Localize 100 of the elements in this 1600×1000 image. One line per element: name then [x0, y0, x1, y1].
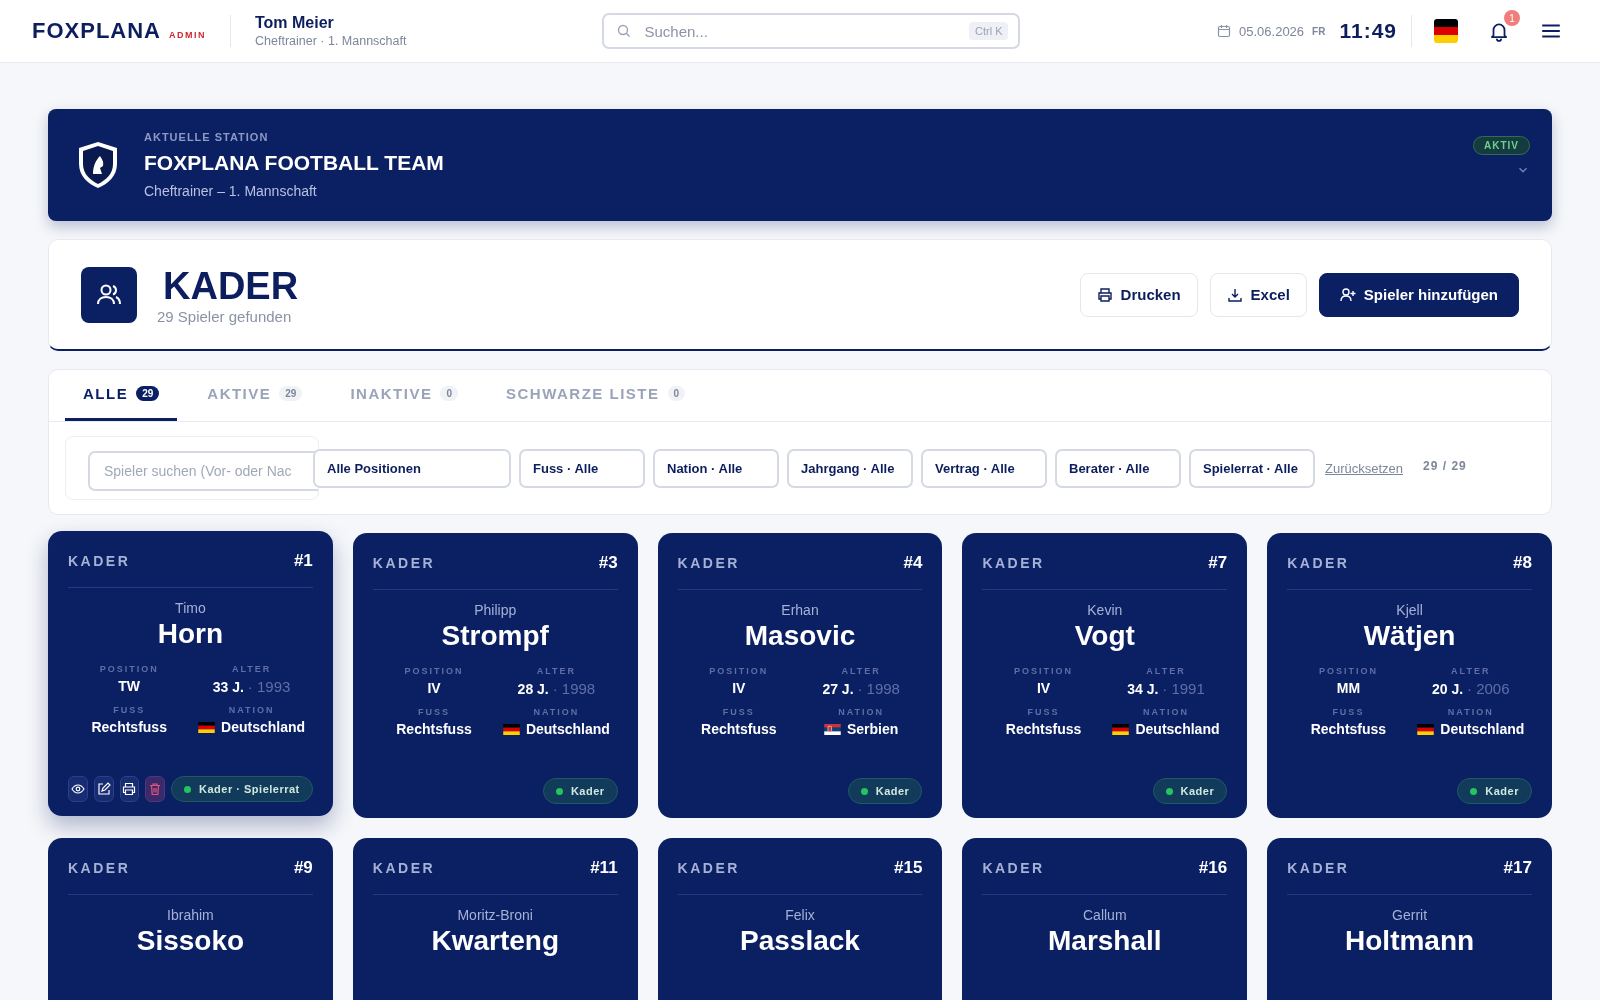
player-card[interactable]: KADER #7 Kevin Vogt POSITION IV ALTER 34 J. · 1991 FUSS Rechtsfuss NATION Deutschland Kader: [962, 533, 1248, 818]
download-icon: [1226, 286, 1243, 303]
status-badge: AKTIV: [1473, 135, 1530, 155]
filter-select[interactable]: Berater · Alle: [1055, 448, 1181, 488]
stat-label: POSITION: [99, 664, 159, 674]
player-card[interactable]: KADER #3 Philipp Strompf POSITION IV ALTER 28 J. · 1998 FUSS Rechtsfuss NATION Deutschland Kader: [352, 533, 638, 818]
jersey-number: #7: [1208, 553, 1228, 573]
stat-label: NATION: [1143, 707, 1189, 717]
stat-label: FUSS: [1332, 707, 1365, 717]
crest-icon: [76, 140, 120, 190]
flag-icon: [824, 723, 841, 735]
stat-label: ALTER: [1146, 666, 1186, 676]
first-name: Erhan: [781, 602, 819, 618]
status-badge: Kader: [1152, 778, 1228, 804]
player-card[interactable]: KADER #16 Callum Marshall: [962, 838, 1248, 1000]
notification-count: 1: [1504, 10, 1520, 26]
flag-icon: [1112, 723, 1130, 735]
filter-select[interactable]: Nation · Alle: [653, 448, 779, 488]
nation-value: Deutschland: [221, 719, 306, 735]
stat-label: ALTER: [536, 666, 577, 676]
position-value: IV: [1036, 680, 1051, 696]
jersey-number: #17: [1503, 858, 1532, 878]
last-name: Horn: [157, 618, 224, 650]
nation-value: Deutschland: [525, 721, 610, 737]
first-name: Timo: [175, 600, 206, 616]
station-subtitle: Cheftrainer – 1. Mannschaft: [144, 183, 318, 199]
player-card[interactable]: KADER #17 Gerrit Holtmann: [1267, 838, 1552, 1000]
player-card[interactable]: KADER #15 Felix Passlack: [657, 838, 943, 1000]
player-search-field[interactable]: Spieler suchen (Vor- oder Nac: [88, 451, 318, 491]
player-card[interactable]: KADER #4 Erhan Masovic POSITION IV ALTER 27 J. · 1998 FUSS Rechtsfuss NATION Serbien Kader: [657, 533, 943, 818]
stat-label: NATION: [533, 707, 580, 717]
flag-icon: [502, 723, 520, 735]
status-badge: Kader: [847, 778, 923, 804]
last-name: Masovic: [744, 620, 856, 652]
station-label: AKTUELLE STATION: [144, 131, 270, 143]
first-name: Felix: [785, 907, 815, 923]
role-label: ADMIN: [169, 30, 206, 40]
logo-text[interactable]: FOXPLANA: [32, 18, 161, 44]
add-user-icon: [1339, 286, 1356, 303]
flag-icon: [198, 721, 216, 733]
jersey-number: #11: [590, 858, 618, 878]
foot-value: Rechtsfuss: [1310, 721, 1387, 737]
position-value: MM: [1336, 680, 1361, 696]
stat-label: FUSS: [722, 707, 755, 717]
group-label: KADER: [1287, 860, 1350, 876]
result-count: 29 / 29: [1423, 459, 1467, 473]
last-name: Kwarteng: [431, 925, 559, 957]
age-value: 33 J. · 1993: [212, 678, 291, 695]
position-value: IV: [427, 680, 441, 696]
group-label: KADER: [372, 555, 436, 571]
age-value: 27 J. · 1998: [822, 680, 900, 697]
filter-select[interactable]: Jahrgang · Alle: [787, 448, 913, 488]
stat-label: NATION: [838, 707, 885, 717]
edit-icon[interactable]: [93, 776, 114, 802]
stat-label: NATION: [1447, 707, 1494, 717]
flag-icon[interactable]: [1434, 19, 1458, 43]
print-button[interactable]: Drucken: [1079, 272, 1198, 317]
stat-label: FUSS: [1027, 707, 1060, 717]
date-text: 05.06.2026: [1239, 23, 1305, 39]
stat-label: POSITION: [1014, 666, 1074, 676]
stat-label: FUSS: [113, 705, 146, 715]
player-card[interactable]: KADER #11 Moritz-Broni Kwarteng: [352, 838, 638, 1000]
excel-button[interactable]: Excel: [1209, 272, 1307, 317]
jersey-number: #15: [894, 858, 923, 878]
jersey-number: #9: [293, 858, 313, 878]
foot-value: Rechtsfuss: [396, 721, 472, 737]
stat-label: ALTER: [1451, 666, 1491, 676]
position-value: IV: [732, 680, 746, 696]
filter-select[interactable]: Alle Positionen: [313, 448, 511, 488]
group-label: KADER: [677, 555, 740, 571]
filter-select[interactable]: Spielerrat · Alle: [1189, 448, 1315, 488]
jersey-number: #8: [1513, 553, 1532, 573]
reset-link[interactable]: Zurücksetzen: [1325, 460, 1404, 476]
first-name: Gerrit: [1392, 907, 1428, 923]
filter-select[interactable]: Vertrag · Alle: [921, 448, 1047, 488]
group-label: KADER: [982, 555, 1045, 571]
stat-label: ALTER: [231, 664, 272, 674]
jersey-number: #3: [598, 553, 618, 573]
nation-value: Serbien: [847, 721, 899, 737]
position-value: TW: [118, 678, 141, 694]
tab[interactable]: ALLE 29: [65, 370, 178, 421]
user-role: Cheftrainer · 1. Mannschaft: [255, 34, 407, 48]
weekday-text: FR: [1312, 25, 1326, 37]
stat-label: NATION: [228, 705, 275, 715]
first-name: Philipp: [474, 602, 517, 618]
delete-icon[interactable]: [145, 776, 166, 802]
player-card[interactable]: KADER #9 Ibrahim Sissoko: [48, 838, 333, 1000]
foot-value: Rechtsfuss: [91, 719, 167, 735]
view-icon[interactable]: [68, 776, 88, 802]
add-player-button[interactable]: Spieler hinzufügen: [1318, 272, 1519, 317]
filter-select[interactable]: Fuss · Alle: [519, 448, 645, 488]
print-icon[interactable]: [119, 776, 140, 802]
page-title: KADER: [163, 264, 299, 308]
first-name: Moritz-Broni: [457, 907, 533, 923]
foot-value: Rechtsfuss: [701, 721, 777, 737]
last-name: Holtmann: [1345, 925, 1475, 957]
player-card[interactable]: KADER #8 Kjell Wätjen POSITION MM ALTER 20 J. · 2006 FUSS Rechtsfuss NATION Deutschland Kader: [1267, 533, 1552, 818]
jersey-number: #4: [903, 553, 923, 573]
player-count: 29 Spieler gefunden: [157, 307, 293, 325]
player-card[interactable]: KADER #1 Timo Horn POSITION TW ALTER 33 J. · 1993 FUSS Rechtsfuss NATION Deutschland Kader · Spielerrat: [48, 531, 333, 816]
